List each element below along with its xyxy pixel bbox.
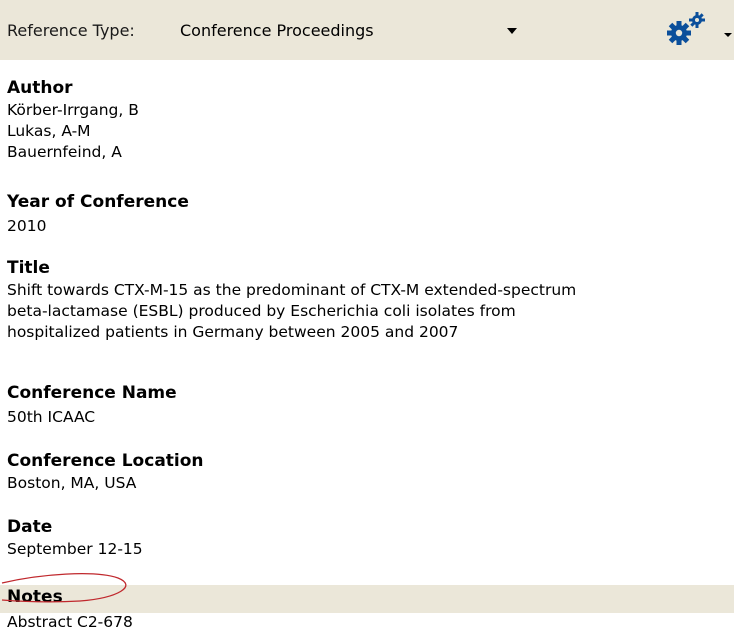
gear-icon xyxy=(667,12,732,45)
conference-name-value[interactable]: 50th ICAAC xyxy=(7,407,95,428)
settings-menu-button[interactable] xyxy=(664,6,734,54)
highlight-circle-annotation xyxy=(1,573,127,603)
conference-name-heading: Conference Name xyxy=(7,383,177,403)
chevron-down-icon xyxy=(507,28,517,34)
year-heading: Year of Conference xyxy=(7,192,189,212)
reference-type-select[interactable]: Conference Proceedings xyxy=(180,16,527,46)
reference-type-label: Reference Type: xyxy=(7,21,135,40)
author-value[interactable]: Körber-Irrgang, B xyxy=(7,100,139,121)
conference-location-heading: Conference Location xyxy=(7,451,204,471)
year-value[interactable]: 2010 xyxy=(7,216,46,237)
reference-toolbar: Reference Type: Conference Proceedings xyxy=(0,0,734,60)
title-heading: Title xyxy=(7,258,50,278)
conference-location-value[interactable]: Boston, MA, USA xyxy=(7,473,136,494)
title-value-line[interactable]: Shift towards CTX-M-15 as the predominan… xyxy=(7,280,576,301)
reference-type-value: Conference Proceedings xyxy=(180,21,374,40)
author-value[interactable]: Lukas, A-M xyxy=(7,121,91,142)
author-heading: Author xyxy=(7,78,73,98)
author-value[interactable]: Bauernfeind, A xyxy=(7,142,122,163)
notes-value[interactable]: Abstract C2-678 xyxy=(7,612,133,633)
date-heading: Date xyxy=(7,517,53,537)
date-value[interactable]: September 12-15 xyxy=(7,539,143,560)
title-value-line[interactable]: beta-lactamase (ESBL) produced by Escher… xyxy=(7,301,516,322)
reference-type-dropdown-button[interactable] xyxy=(499,17,527,45)
title-value-line[interactable]: hospitalized patients in Germany between… xyxy=(7,322,458,343)
